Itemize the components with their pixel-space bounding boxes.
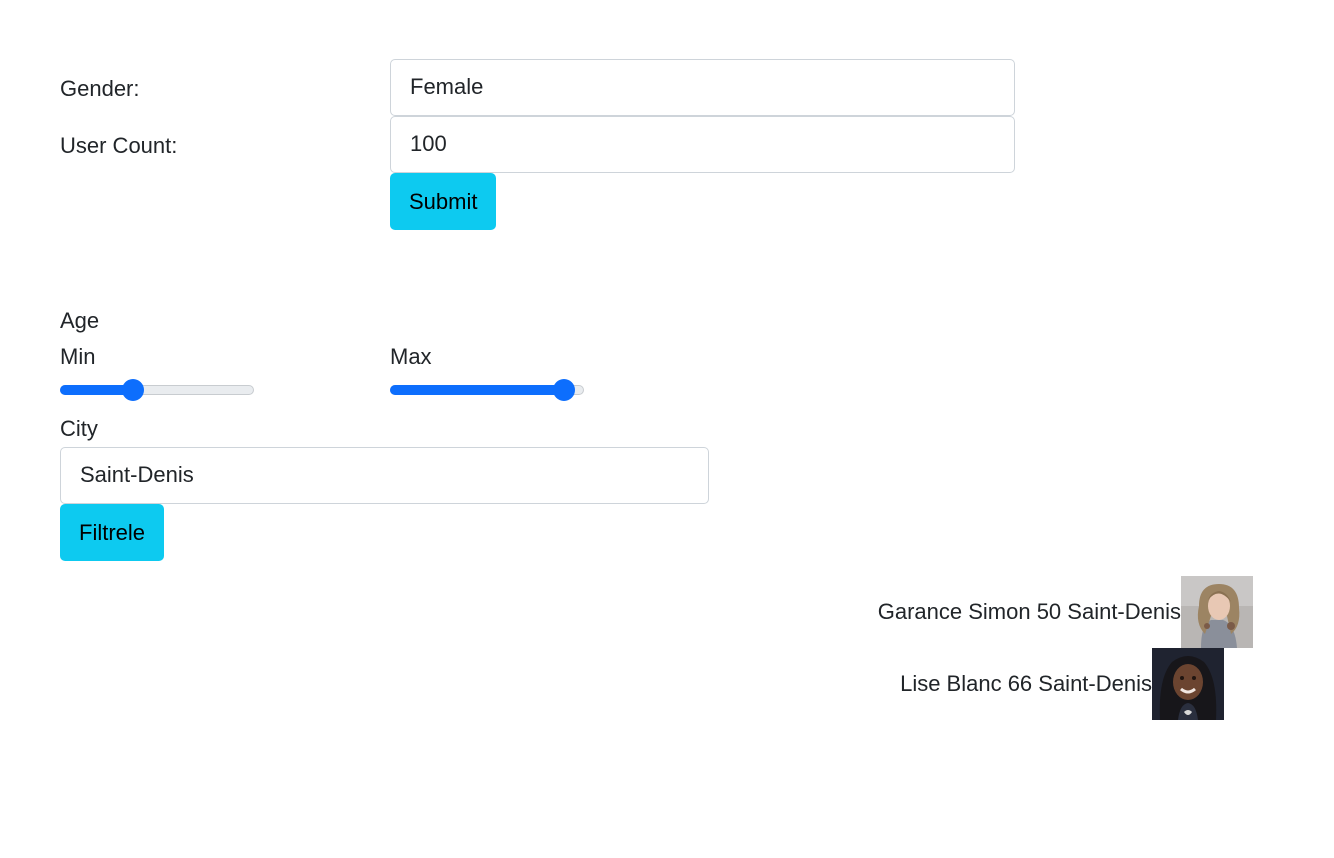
- gender-label: Gender:: [60, 76, 140, 101]
- city-field[interactable]: Saint-Denis: [60, 447, 709, 504]
- result-text: Lise Blanc 66 Saint-Denis: [900, 671, 1152, 696]
- user-count-field[interactable]: 100: [390, 116, 1015, 173]
- min-age-slider[interactable]: [60, 379, 254, 401]
- min-age-label: Min: [60, 344, 96, 369]
- city-label: City: [60, 416, 98, 441]
- submit-button[interactable]: Submit: [390, 173, 497, 230]
- max-age-slider[interactable]: [390, 379, 584, 401]
- woman-avatar-dark-hair: [1152, 648, 1224, 720]
- max-age-label: Max: [390, 344, 432, 369]
- min-age-slider-thumb[interactable]: [121, 379, 144, 401]
- woman-avatar-light-hair: [1181, 576, 1253, 648]
- age-label: Age: [60, 308, 100, 333]
- user-count-label: User Count:: [60, 133, 178, 158]
- list-item: Lise Blanc 66 Saint-Denis: [900, 648, 1224, 720]
- filter-button[interactable]: Filtrele: [60, 504, 165, 561]
- list-item: Garance Simon 50 Saint-Denis: [878, 576, 1253, 648]
- max-age-slider-thumb[interactable]: [553, 379, 576, 401]
- max-age-slider-fill: [390, 385, 565, 395]
- result-text: Garance Simon 50 Saint-Denis: [877, 599, 1181, 624]
- gender-field[interactable]: Female: [390, 59, 1015, 116]
